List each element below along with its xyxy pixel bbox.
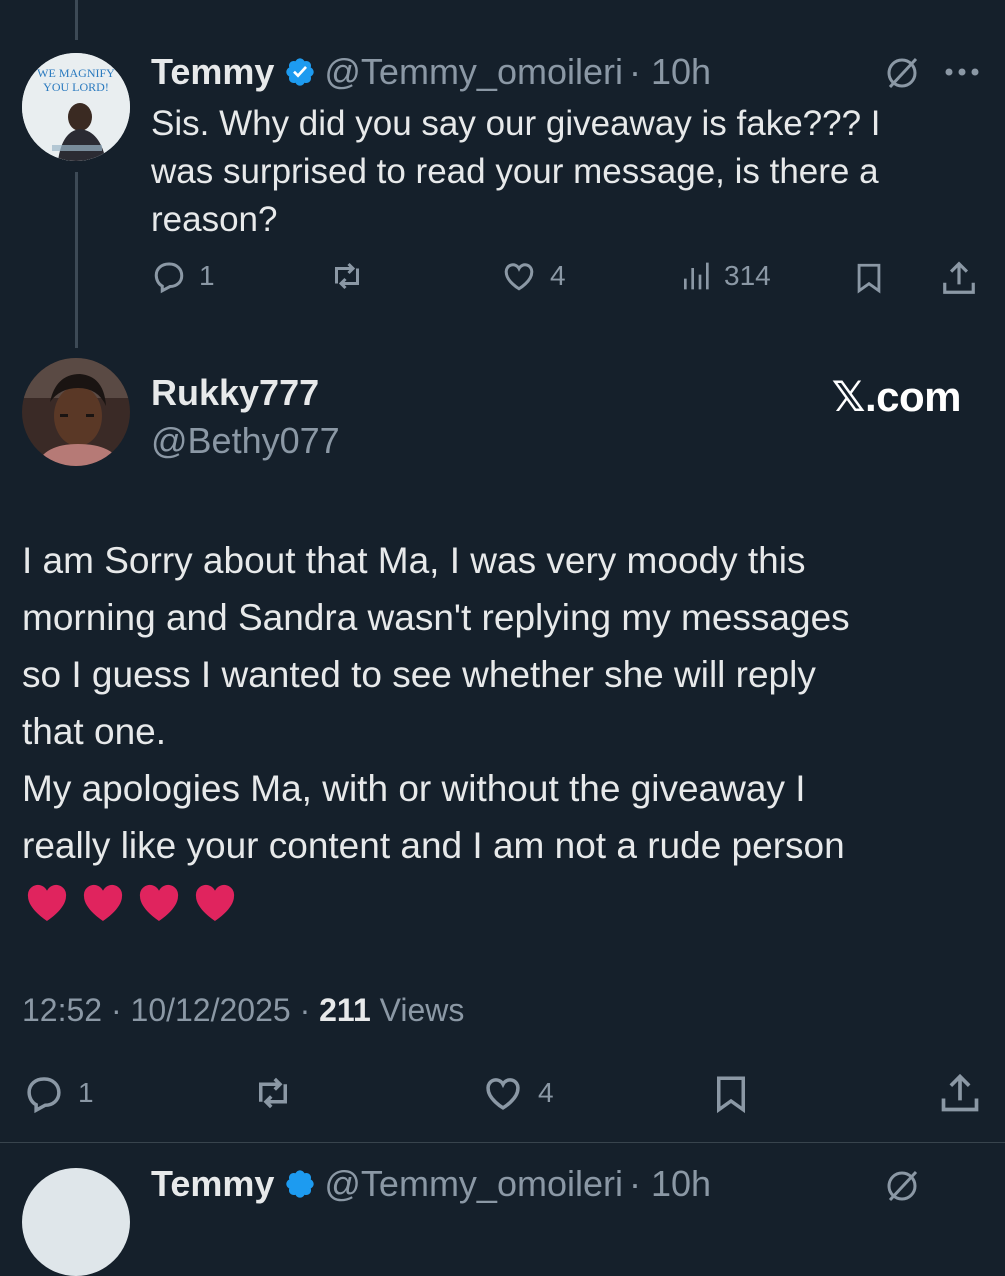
parent-author-name[interactable]: Temmy: [151, 51, 274, 93]
repost-icon: [250, 1072, 296, 1114]
tweet-timestamp[interactable]: 12:52 · 10/12/2025 ·: [22, 992, 319, 1028]
main-author-name[interactable]: Rukky777: [151, 372, 319, 414]
divider-top: [0, 1054, 1005, 1055]
parent-view-count: 314: [724, 260, 771, 291]
parent-header: Temmy @Temmy_omoileri · 10h: [151, 50, 711, 94]
main-repost-button[interactable]: [250, 1072, 296, 1114]
main-text-line: morning and Sandra wasn't replying my me…: [22, 597, 850, 638]
main-tweet-text: I am Sorry about that Ma, I was very moo…: [22, 532, 982, 926]
parent-tweet-text: Sis. Why did you say our giveaway is fak…: [151, 100, 951, 244]
main-like-count: 4: [538, 1077, 554, 1108]
grok-icon[interactable]: [884, 1168, 920, 1204]
grok-icon[interactable]: [884, 55, 920, 91]
parent-share-button[interactable]: [940, 258, 978, 298]
main-text-line: My apologies Ma, with or without the giv…: [22, 768, 806, 809]
parent-text-line: was surprised to read your message, is t…: [151, 152, 879, 191]
bookmark-icon: [852, 258, 886, 298]
parent-author-handle[interactable]: @Temmy_omoileri: [324, 51, 623, 93]
share-icon: [940, 258, 978, 298]
parent-like-count: 4: [550, 260, 566, 291]
reply-icon: [22, 1072, 66, 1114]
parent-like-button[interactable]: 4: [500, 258, 566, 294]
heart-emojis: [22, 878, 982, 926]
x-com-logo: 𝕏.com: [831, 373, 962, 420]
main-reply-button[interactable]: 1: [22, 1072, 94, 1114]
share-icon: [938, 1070, 982, 1116]
red-heart-emoji: [195, 884, 235, 921]
main-author-handle[interactable]: @Bethy077: [151, 420, 340, 462]
main-text-line: so I guess I wanted to see whether she w…: [22, 654, 816, 695]
more-options-icon[interactable]: [944, 62, 980, 82]
parent-reply-count: 1: [199, 260, 215, 291]
reply-icon: [151, 258, 187, 294]
next-avatar[interactable]: [22, 1168, 130, 1276]
main-like-button[interactable]: 4: [480, 1072, 554, 1114]
parent-bookmark-button[interactable]: [852, 258, 886, 298]
next-timestamp[interactable]: · 10h: [629, 1163, 711, 1205]
divider: [0, 1142, 1005, 1143]
red-heart-emoji: [139, 884, 179, 921]
thread-line-middle: [75, 172, 78, 348]
main-reply-count: 1: [78, 1077, 94, 1108]
main-share-button[interactable]: [938, 1070, 982, 1116]
repost-icon: [328, 258, 366, 294]
like-icon: [480, 1072, 526, 1114]
bookmark-icon: [710, 1070, 752, 1118]
main-avatar[interactable]: [22, 358, 130, 466]
avatar-text-line1: WE MAGNIFY: [37, 66, 115, 80]
next-author-handle[interactable]: @Temmy_omoileri: [324, 1163, 623, 1205]
avatar-text-line2: YOU LORD!: [43, 80, 109, 94]
verified-badge-icon: [284, 1168, 316, 1200]
verified-badge-icon: [284, 56, 316, 88]
main-text-line: that one.: [22, 711, 167, 752]
next-header: Temmy @Temmy_omoileri · 10h: [151, 1163, 711, 1205]
view-count: 211: [319, 992, 371, 1028]
main-text-line: really like your content and I am not a …: [22, 825, 845, 866]
like-icon: [500, 258, 538, 294]
main-bookmark-button[interactable]: [710, 1070, 752, 1118]
views-label: Views: [370, 992, 465, 1028]
analytics-icon: [680, 258, 712, 294]
parent-avatar[interactable]: WE MAGNIFY YOU LORD!: [22, 53, 130, 161]
parent-reply-button[interactable]: 1: [151, 258, 215, 294]
parent-repost-button[interactable]: [328, 258, 366, 294]
next-author-name[interactable]: Temmy: [151, 1163, 274, 1205]
thread-line-top: [75, 0, 78, 40]
red-heart-emoji: [83, 884, 123, 921]
parent-views-button[interactable]: 314: [680, 258, 771, 294]
tweet-meta: 12:52 · 10/12/2025 · 211 Views: [22, 992, 464, 1029]
parent-text-line: Sis. Why did you say our giveaway is fak…: [151, 104, 881, 143]
red-heart-emoji: [27, 884, 67, 921]
parent-timestamp[interactable]: · 10h: [629, 51, 711, 93]
parent-text-line: reason?: [151, 200, 278, 239]
main-text-line: I am Sorry about that Ma, I was very moo…: [22, 540, 806, 581]
